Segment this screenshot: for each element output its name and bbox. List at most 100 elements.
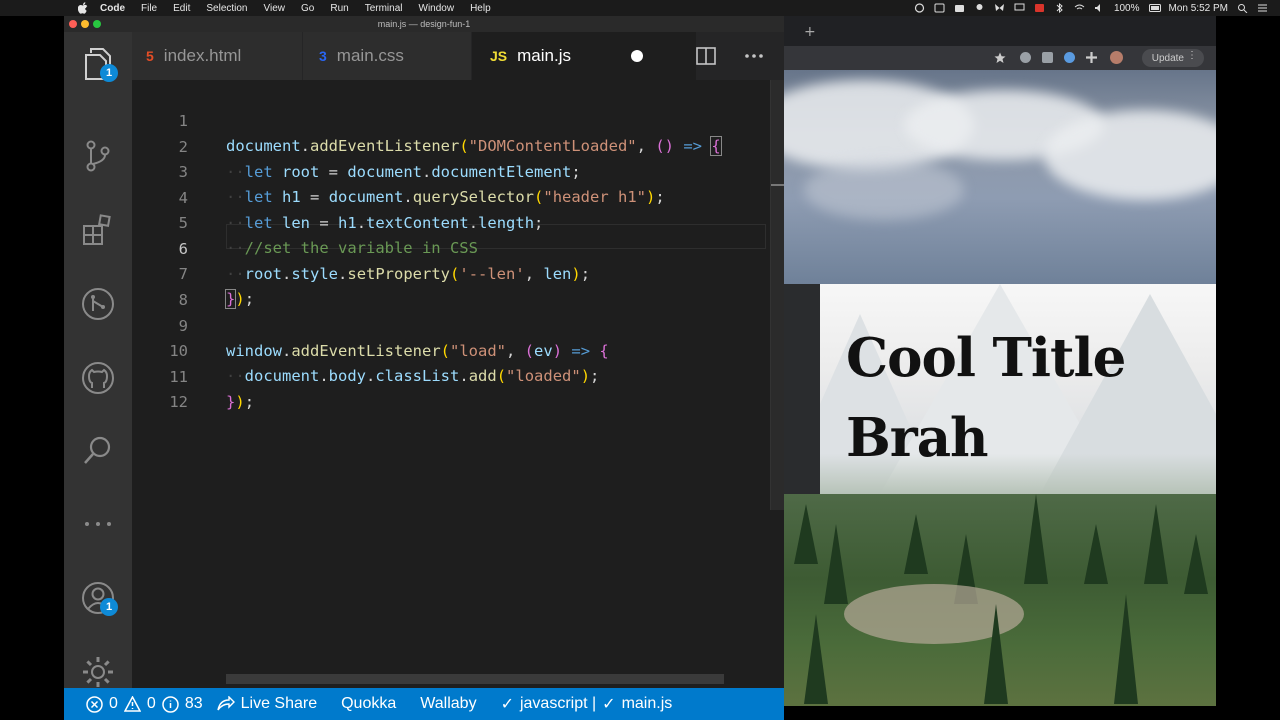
menu-terminal[interactable]: Terminal	[365, 3, 403, 14]
language-mode[interactable]: ✓ javascript | ✓ main.js	[501, 694, 673, 714]
horizontal-scrollbar[interactable]	[226, 674, 724, 684]
location-icon[interactable]	[974, 3, 985, 13]
code-line: 2 ··let root = document.documentElement;	[132, 110, 772, 181]
close-window-button[interactable]	[69, 20, 77, 28]
editor-tab-bar: 5 index.html 3 main.css JS main.js	[132, 32, 784, 80]
menu-go[interactable]: Go	[301, 3, 314, 14]
error-icon	[86, 695, 103, 713]
info-count: 83	[184, 695, 203, 712]
search-button[interactable]	[78, 430, 118, 470]
new-tab-icon[interactable]: +	[804, 24, 816, 40]
profile-avatar[interactable]	[1110, 51, 1123, 64]
live-share-button[interactable]: Live Share	[216, 695, 317, 713]
vscode-window: main.js — design-fun-1 1 1 5 index.html …	[64, 16, 784, 720]
menu-file[interactable]: File	[141, 3, 157, 14]
check-icon: ✓	[500, 696, 514, 713]
menu-selection[interactable]: Selection	[206, 3, 247, 14]
git-graph-icon	[82, 288, 114, 320]
code-line: 3 ··let h1 = document.querySelector("hea…	[132, 135, 772, 206]
tree-shape	[794, 504, 818, 564]
vertical-scrollbar[interactable]	[770, 80, 784, 510]
more-actions-icon[interactable]	[744, 53, 764, 59]
tab-label: index.html	[163, 46, 242, 65]
menubar-clock[interactable]: Mon 5:52 PM	[1169, 3, 1228, 14]
record-indicator-icon[interactable]	[1034, 3, 1045, 13]
code-line: 7 });	[132, 237, 772, 309]
macos-menubar: Code File Edit Selection View Go Run Ter…	[0, 0, 1280, 16]
display-icon[interactable]	[1014, 3, 1025, 13]
apple-icon[interactable]	[78, 2, 90, 14]
butterfly-icon[interactable]	[994, 3, 1005, 13]
tab-index-html[interactable]: 5 index.html	[132, 32, 302, 80]
extension-icon[interactable]	[1020, 52, 1031, 63]
battery-icon	[1148, 3, 1161, 13]
extensions-puzzle-icon[interactable]	[1086, 52, 1097, 63]
split-editor-icon[interactable]	[696, 47, 716, 65]
explorer-button[interactable]: 1	[78, 44, 118, 84]
check-icon: ✓	[602, 696, 616, 713]
wallaby-button[interactable]: Wallaby	[420, 695, 476, 713]
live-share-icon	[216, 696, 235, 711]
control-center-icon[interactable]	[1257, 3, 1268, 13]
menu-edit[interactable]: Edit	[173, 3, 190, 14]
hero-title: Cool Title Brah	[846, 327, 1126, 469]
tree-shape	[1144, 504, 1168, 584]
gear-icon	[83, 657, 113, 687]
menu-app-code[interactable]: Code	[100, 3, 125, 14]
spotlight-search-icon[interactable]	[1237, 3, 1248, 14]
code-editor[interactable]: 1 document.addEventListener("DOMContentL…	[132, 80, 784, 688]
problems-indicator[interactable]: 0 0 83	[86, 695, 203, 713]
git-graph-button[interactable]	[78, 284, 118, 324]
menu-help[interactable]: Help	[470, 3, 491, 14]
scroll-position-marker	[771, 184, 784, 186]
tree-shape	[1114, 594, 1138, 704]
extensions-button[interactable]	[78, 210, 118, 250]
tab-main-css[interactable]: 3 main.css	[303, 32, 471, 80]
status-tray-icon[interactable]	[914, 3, 925, 13]
manage-button[interactable]	[78, 652, 118, 692]
minimize-window-button[interactable]	[81, 20, 89, 28]
battery-percent[interactable]: 100%	[1114, 3, 1140, 14]
unsaved-dot-icon[interactable]	[630, 50, 643, 62]
extension-icon[interactable]	[1064, 52, 1075, 63]
screen-record-icon[interactable]	[934, 3, 945, 13]
source-control-button[interactable]	[78, 136, 118, 176]
file-label: main.js	[621, 695, 673, 712]
quokka-button[interactable]: Quokka	[341, 695, 396, 713]
menu-view[interactable]: View	[264, 3, 286, 14]
page-viewport[interactable]: Cool Title Brah	[784, 70, 1216, 706]
bluetooth-icon[interactable]	[1054, 2, 1065, 14]
css3-icon: 3	[319, 48, 327, 64]
sky-background-image	[784, 70, 1216, 284]
tree-shape	[804, 614, 828, 704]
camera-icon[interactable]	[954, 3, 965, 13]
code-line: 8	[132, 263, 772, 309]
code-line: 11 });	[132, 340, 772, 411]
tree-shape	[904, 514, 928, 574]
bookmark-star-icon[interactable]	[994, 52, 1006, 64]
browser-tab-strip: +	[784, 16, 1216, 46]
browser-update-button[interactable]: Update ⋮	[1141, 49, 1204, 67]
accounts-button[interactable]: 1	[78, 578, 118, 618]
warning-icon	[123, 696, 141, 712]
cloud	[1044, 110, 1216, 200]
tab-main-js[interactable]: JS main.js	[472, 32, 696, 80]
github-button[interactable]	[78, 358, 118, 398]
volume-icon[interactable]	[1094, 3, 1105, 13]
js-icon: JS	[490, 48, 508, 64]
zoom-window-button[interactable]	[93, 20, 101, 28]
wifi-icon[interactable]	[1074, 3, 1085, 13]
menu-window[interactable]: Window	[419, 3, 455, 14]
code-line: 9 window.addEventListener("load", (ev) =…	[132, 289, 772, 360]
tree-shape	[824, 524, 848, 604]
extension-icon[interactable]	[1042, 52, 1053, 63]
tree-shape	[984, 604, 1008, 704]
tab-label: main.js	[517, 46, 571, 65]
more-menu-icon: ⋮	[1187, 50, 1197, 61]
code-line: 6 ··root.style.setProperty('--len', len)…	[132, 212, 772, 283]
code-line: 5 ··//set the variable in CSS	[132, 186, 772, 257]
quokka-label: Quokka	[341, 695, 397, 712]
code-line: 4 ··let len = h1.textContent.length;	[132, 161, 772, 232]
more-views-button[interactable]	[78, 504, 118, 544]
menu-run[interactable]: Run	[330, 3, 348, 14]
